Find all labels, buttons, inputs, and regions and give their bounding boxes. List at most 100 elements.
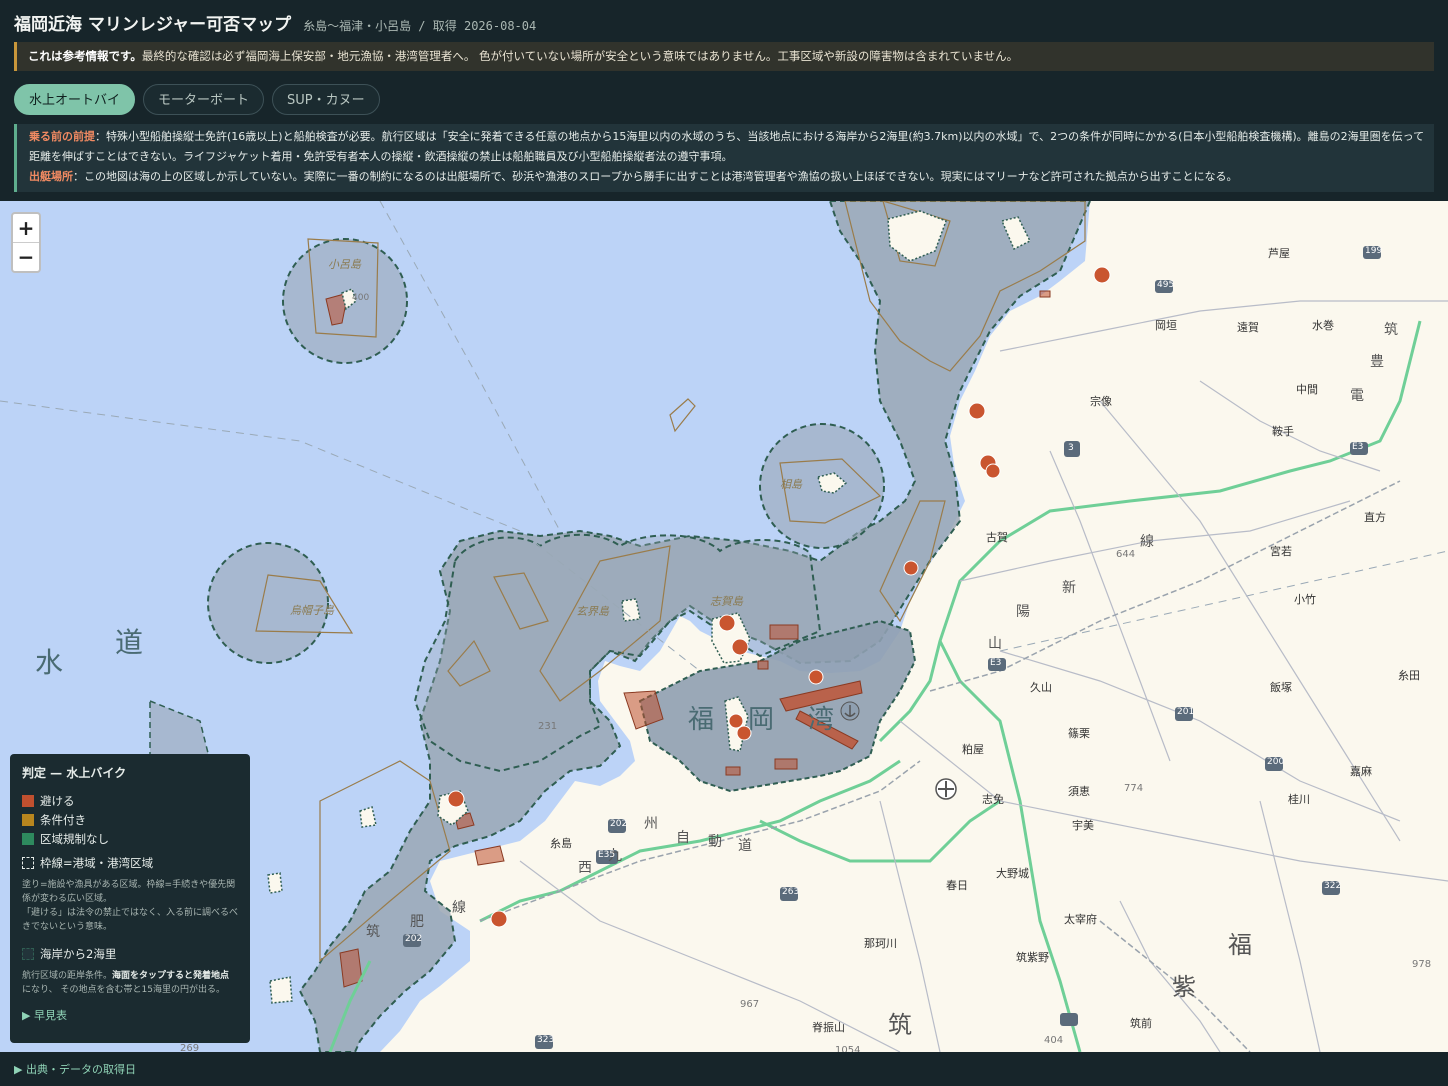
legend-note-2: 「避ける」は法令の禁止ではなく、入る前に調べるべきでないという意味。 (22, 908, 239, 932)
place-nogata: 直方 (1364, 511, 1386, 524)
road-495: 495 (1157, 280, 1175, 290)
place-kasuga: 春日 (946, 879, 968, 892)
height-231: 231 (538, 721, 558, 732)
coast-note-a: 航行区域の距岸条件。 (22, 971, 113, 981)
place-shime: 志免 (982, 793, 1004, 806)
region-fuku: 福 (1228, 931, 1252, 959)
place-keisen: 桂川 (1288, 793, 1310, 806)
notice-strong: これは参考情報です。 (28, 49, 142, 63)
coast-swatch (22, 947, 34, 960)
road-202-b: 202 (405, 934, 423, 944)
legend-unregulated-label: 区域規制なし (40, 831, 109, 846)
activity-tabs: 水上オートバイ モーターボート SUP・カヌー (14, 84, 380, 115)
label-sen-2: 線 (452, 900, 466, 916)
place-chikuzen: 筑前 (1130, 1017, 1152, 1030)
place-chikushino: 筑紫野 (1016, 951, 1049, 964)
conditional-swatch (22, 813, 34, 826)
zoom-control: + − (11, 212, 41, 273)
app-header: 福岡近海 マリンレジャー可否マップ 糸島〜福津・小呂島 / 取得 2026-08… (0, 0, 1448, 200)
place-umi: 宇美 (1072, 819, 1094, 832)
coast-note: 航行区域の距岸条件。海面をタップすると発着地点になり、 その地点を含む帯と15海… (22, 969, 238, 997)
zoom-out-button[interactable]: − (13, 243, 39, 271)
height-967: 967 (740, 999, 760, 1010)
label-den: 電 (1350, 388, 1364, 404)
legend-note-1: 塗り=施設や漁具がある区域。枠線=手続きや優先関係が変わる広い区域。 (22, 880, 236, 904)
label-shin: 新 (1062, 580, 1076, 596)
height-269: 269 (180, 1043, 200, 1052)
tab-jet-ski[interactable]: 水上オートバイ (14, 84, 136, 115)
road-e3-b: E3 (990, 658, 1002, 668)
label-yo: 陽 (1016, 604, 1030, 620)
tab-sup-canoe[interactable]: SUP・カヌー (272, 84, 380, 115)
prereq-text: ：特殊小型船舶操縦士免許(16歳以上)と船舶検査が必要。航行区域は「安全に発着で… (29, 130, 1425, 163)
label-shu: 州 (644, 816, 658, 832)
airport-symbol (935, 778, 957, 800)
prereq-paragraph: 乗る前の前提：特殊小型船舶操縦士免許(16歳以上)と船舶検査が必要。航行区域は「… (29, 127, 1434, 167)
prereq-label: 乗る前の前提 (29, 130, 95, 143)
legend-panel: 判定 — 水上バイク 避ける 条件付き 区域規制なし 枠線=港域・港湾区域 塗り… (10, 754, 250, 1043)
island-label-shika: 志賀島 (710, 595, 743, 608)
legend-item-conditional: 条件付き (22, 810, 238, 829)
legend-conditional-label: 条件付き (40, 812, 86, 827)
bay-label-1: 福 (688, 705, 715, 735)
page-subtitle: 糸島〜福津・小呂島 / 取得 2026-08-04 (303, 19, 537, 33)
zoom-in-button[interactable]: + (13, 214, 39, 242)
place-ashiya: 芦屋 (1268, 247, 1290, 260)
title-row: 福岡近海 マリンレジャー可否マップ 糸島〜福津・小呂島 / 取得 2026-08… (14, 10, 536, 36)
legend-item-avoid: 避ける (22, 791, 238, 810)
legend-frame-label: 枠線=港域・港湾区域 (40, 855, 154, 870)
place-nakama: 中間 (1296, 383, 1318, 396)
unregulated-swatch (22, 832, 34, 845)
place-dazaifu: 太宰府 (1064, 913, 1097, 926)
place-hisayama: 久山 (1030, 681, 1052, 694)
label-san: 山 (988, 636, 1002, 652)
page-title: 福岡近海 マリンレジャー可否マップ (14, 15, 292, 35)
place-sue: 須恵 (1068, 785, 1090, 798)
road-e3-a: E3 (1352, 442, 1364, 452)
place-kurate: 鞍手 (1272, 425, 1294, 438)
avoid-swatch (22, 794, 34, 807)
disclaimer-notice: これは参考情報です。最終的な確認は必ず福岡海上保安部・地元漁協・港湾管理者へ。 … (14, 42, 1434, 71)
label-do: 動 (708, 834, 722, 850)
label-ji: 自 (676, 830, 690, 846)
height-1054: 1054 (835, 1045, 861, 1052)
frame-swatch (22, 856, 34, 869)
coast-note-b: 海面をタップすると発着地点 (112, 971, 230, 981)
sources-toggle[interactable]: ▶ 出典・データの取得日 (0, 1053, 1448, 1086)
launch-label: 出艇場所 (29, 170, 73, 183)
road-e35: E35 (598, 850, 616, 860)
island-label-eboshi: 烏帽子島 (290, 604, 334, 617)
prerequisite-info: 乗る前の前提：特殊小型船舶操縦士免許(16歳以上)と船舶検査が必要。航行区域は「… (14, 124, 1434, 192)
road-199: 199 (1365, 246, 1383, 256)
bay-label-3: 湾 (808, 705, 835, 735)
place-sefuri: 脊振山 (812, 1021, 845, 1034)
tab-motorboat[interactable]: モーターボート (143, 84, 265, 115)
island-label-oro: 小呂島 (328, 258, 361, 271)
legend-item-frame: 枠線=港域・港湾区域 (22, 853, 238, 872)
road-3: 3 (1068, 443, 1074, 453)
island-label-genkai: 玄界島 (576, 605, 609, 618)
quick-reference-toggle[interactable]: ▶ 早見表 (22, 1007, 238, 1023)
place-onga: 遠賀 (1237, 321, 1259, 334)
label-michi: 道 (738, 838, 752, 854)
label-ho: 豊 (1370, 354, 1384, 370)
height-774: 774 (1124, 783, 1144, 794)
height-978: 978 (1412, 959, 1432, 970)
place-kama: 嘉麻 (1350, 765, 1372, 778)
road-201: 201 (1177, 707, 1195, 717)
place-nakagawa: 那珂川 (864, 937, 897, 950)
place-sasaguri: 篠栗 (1068, 727, 1090, 740)
legend-title: 判定 — 水上バイク (22, 766, 127, 780)
height-644: 644 (1116, 549, 1136, 560)
notice-text: 最終的な確認は必ず福岡海上保安部・地元漁協・港湾管理者へ。 色が付いていない場所… (141, 49, 1019, 63)
legend-item-coast: 海岸から2海里 (22, 944, 238, 963)
place-onojo: 大野城 (996, 867, 1029, 880)
height-404: 404 (1044, 1035, 1064, 1046)
label-hi: 肥 (410, 914, 424, 930)
road-263: 263 (782, 887, 800, 897)
coast-note-c: になり、 その地点を含む帯と15海里の円が出る。 (22, 985, 225, 995)
legend-avoid-label: 避ける (40, 793, 75, 808)
label-nishi: 西 (578, 860, 592, 876)
place-kasuya: 粕屋 (962, 743, 984, 756)
place-kotake: 小竹 (1294, 593, 1316, 606)
